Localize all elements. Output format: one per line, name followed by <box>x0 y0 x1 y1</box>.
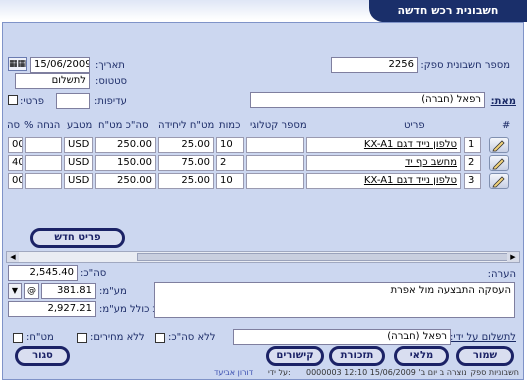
table-cell-qty[interactable]: 10 <box>216 173 244 189</box>
table-cell-item[interactable]: טלפון נייד דגם KX-A1 <box>306 137 461 153</box>
table-cell-item[interactable]: מחשב כף יד <box>306 155 461 171</box>
window: חשבונית רכש חדשה מספר חשבונית ספק: 2256 … <box>0 0 527 385</box>
table-cell-item[interactable]: טלפון נייד דגם KX-A1 <box>306 173 461 189</box>
calendar-icon[interactable]: ▦▦ <box>8 57 27 71</box>
table-cell-total[interactable]: 250.00 <box>95 173 156 189</box>
edit-row-icon[interactable] <box>489 155 509 171</box>
date-label: תאריך: <box>95 60 125 71</box>
table-cell-sum: 00 <box>8 137 23 153</box>
no-prices-checkbox[interactable] <box>77 333 87 343</box>
table-cell-unit[interactable]: 75.00 <box>158 155 214 171</box>
forex-label: מט"ח: <box>26 332 54 343</box>
note-label: הערה: <box>487 269 516 280</box>
status-bar-by: על ידי: <box>268 368 291 377</box>
table-cell-num: 1 <box>464 137 481 153</box>
col-unit-price: מט"ח ליחידה <box>158 120 215 131</box>
forex-checkbox[interactable] <box>13 333 23 343</box>
from-label: מאת: <box>490 96 516 107</box>
edit-row-icon[interactable] <box>489 173 509 189</box>
col-qty: כמות <box>219 120 241 131</box>
col-sum: סה <box>7 120 21 131</box>
vat-rate-icon[interactable]: @ <box>24 283 39 299</box>
window-title: חשבונית רכש חדשה <box>369 0 527 22</box>
table-cell-currency[interactable]: USD <box>64 137 93 153</box>
table-cell-catalog[interactable] <box>246 155 304 171</box>
table-cell-discount[interactable] <box>25 173 62 189</box>
no-total-label: ללא סה"כ: <box>168 332 216 343</box>
reminder-button[interactable]: תזכורת <box>329 346 385 366</box>
status-bar-module: חשבוניות ספק <box>470 368 519 377</box>
priority-input[interactable] <box>56 93 90 109</box>
save-button[interactable]: שמור <box>456 346 514 366</box>
table-cell-qty[interactable]: 2 <box>216 155 244 171</box>
table-cell-total[interactable]: 150.00 <box>95 155 156 171</box>
vat-label: מע"מ: <box>99 286 127 297</box>
new-item-button[interactable]: פריט חדש <box>30 228 125 248</box>
table-cell-unit[interactable]: 25.00 <box>158 137 214 153</box>
table-cell-sum: 00 <box>8 173 23 189</box>
edit-row-icon[interactable] <box>489 137 509 153</box>
status-bar-created: 0000003 נוצרה ב יום ב' 15/06/2009 12:10 <box>306 368 467 377</box>
status-input[interactable]: לתשלום <box>15 73 90 89</box>
table-cell-currency[interactable]: USD <box>64 155 93 171</box>
scroll-right-icon[interactable]: ▶ <box>507 252 519 262</box>
table-cell-total[interactable]: 250.00 <box>95 137 156 153</box>
from-input[interactable]: רפאל (חברה) <box>250 92 485 108</box>
table-cell-catalog[interactable] <box>246 137 304 153</box>
scroll-left-icon[interactable]: ◀ <box>7 252 19 262</box>
table-cell-unit[interactable]: 25.00 <box>158 173 214 189</box>
horizontal-scrollbar[interactable]: ◀ ▶ <box>6 251 520 263</box>
date-input[interactable]: 15/06/2009 <box>30 57 90 73</box>
pay-by-input[interactable]: רפאל (חברה) <box>233 329 451 345</box>
col-num: # <box>502 120 511 131</box>
close-button[interactable]: סגור <box>15 346 70 366</box>
total-label: סה"כ: <box>80 268 107 279</box>
col-item: פריט <box>404 120 425 131</box>
grand-total-input[interactable]: 2,927.21 <box>8 301 96 317</box>
total-input[interactable]: 2,545.40 <box>8 265 78 281</box>
col-currency: מטבע <box>67 120 93 131</box>
inventory-button[interactable]: מלאי <box>394 346 449 366</box>
table-cell-currency[interactable]: USD <box>64 173 93 189</box>
col-discount: % הנחה <box>24 120 61 131</box>
details-label: פרטי: <box>20 96 44 107</box>
supplier-invoice-input[interactable]: 2256 <box>331 57 418 73</box>
col-catalog: מספר קטלוגי <box>250 120 307 131</box>
vat-input[interactable]: 381.81 <box>41 283 96 299</box>
table-cell-qty[interactable]: 10 <box>216 137 244 153</box>
no-prices-label: ללא מחירים: <box>90 332 145 343</box>
table-cell-discount[interactable] <box>25 137 62 153</box>
details-checkbox[interactable] <box>8 95 18 105</box>
table-cell-num: 2 <box>464 155 481 171</box>
no-total-checkbox[interactable] <box>155 333 165 343</box>
scrollbar-thumb[interactable] <box>137 253 509 261</box>
note-textarea[interactable]: העסקה התבצעה מול אפרת <box>154 282 515 318</box>
status-bar-user: דורון אביעד <box>214 368 254 377</box>
links-button[interactable]: קישורים <box>266 346 324 366</box>
status-label: סטטוס: <box>95 76 128 87</box>
table-cell-num: 3 <box>464 173 481 189</box>
table-cell-catalog[interactable] <box>246 173 304 189</box>
pay-by-label: לתשלום על ידי: <box>450 332 516 343</box>
supplier-invoice-label: מספר חשבונית ספק: <box>420 60 510 71</box>
table-cell-sum: 40 <box>8 155 23 171</box>
table-cell-discount[interactable] <box>25 155 62 171</box>
vat-dropdown[interactable]: ▼ <box>8 283 22 299</box>
col-total-forex: סה"כ מט"ח <box>98 120 149 131</box>
priority-label: עדיפות: <box>94 96 127 107</box>
